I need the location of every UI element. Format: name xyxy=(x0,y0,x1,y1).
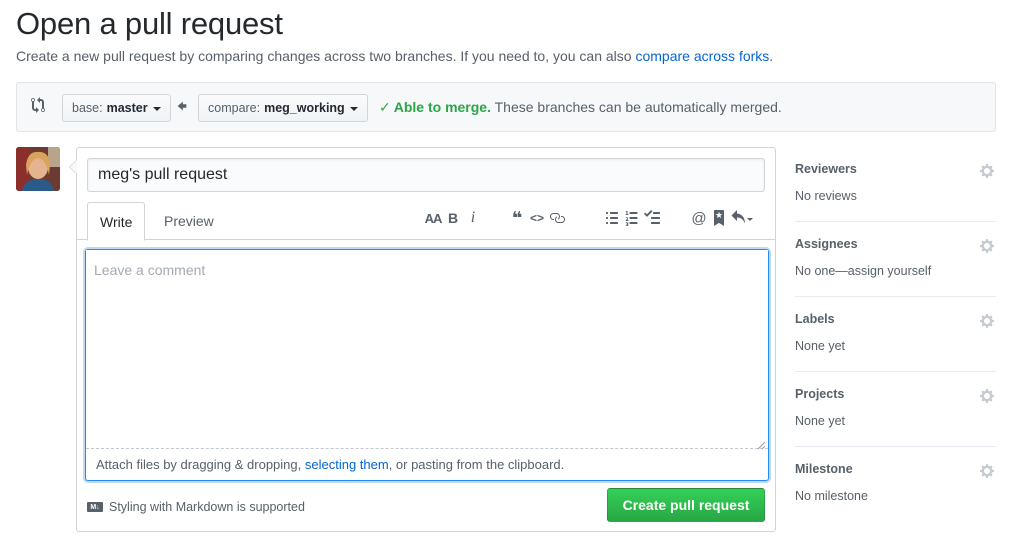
sidebar: Reviewers No reviews Assignees No one—as… xyxy=(795,147,996,522)
sidebar-item-milestone: Milestone No milestone xyxy=(795,447,996,522)
unordered-list-icon[interactable] xyxy=(602,208,622,228)
list-format-group xyxy=(602,208,662,228)
sidebar-value: None yet xyxy=(795,339,846,353)
link-icon[interactable] xyxy=(547,208,567,228)
attach-text-end: , or pasting from the clipboard. xyxy=(388,457,565,472)
mention-icon[interactable]: @ xyxy=(689,208,709,228)
sidebar-heading[interactable]: Labels xyxy=(795,312,835,326)
code-icon[interactable]: <> xyxy=(527,208,547,228)
compare-forks-link[interactable]: compare across forks xyxy=(635,48,769,64)
merge-status: ✓ Able to merge. These branches can be au… xyxy=(379,99,782,116)
sidebar-value: No milestone xyxy=(795,489,868,503)
attach-files-hint: Attach files by dragging & dropping, sel… xyxy=(96,457,564,472)
reply-icon[interactable] xyxy=(729,208,755,228)
tab-preview[interactable]: Preview xyxy=(152,202,226,240)
quote-icon[interactable]: ❝ xyxy=(507,208,527,228)
select-files-link[interactable]: selecting them xyxy=(305,457,389,472)
create-pull-request-button[interactable]: Create pull request xyxy=(607,488,765,522)
gear-icon[interactable] xyxy=(980,313,996,329)
markdown-icon: M↓ xyxy=(87,502,103,512)
gear-icon[interactable] xyxy=(980,163,996,179)
subtitle-end: . xyxy=(769,48,774,64)
gear-icon[interactable] xyxy=(980,238,996,254)
compare-label: compare: xyxy=(208,101,261,115)
git-compare-icon xyxy=(31,97,49,117)
page-title: Open a pull request xyxy=(16,6,283,41)
base-branch-select[interactable]: base: master xyxy=(62,94,171,122)
compare-branch-select[interactable]: compare: meg_working xyxy=(198,94,368,122)
page-subtitle: Create a new pull request by comparing c… xyxy=(16,48,773,64)
resize-handle-icon[interactable] xyxy=(756,437,766,450)
sidebar-heading[interactable]: Reviewers xyxy=(795,162,857,176)
subtitle-text: Create a new pull request by comparing c… xyxy=(16,48,636,64)
base-label: base: xyxy=(72,101,103,115)
sidebar-heading[interactable]: Milestone xyxy=(795,462,853,476)
block-format-group: ❝ <> xyxy=(507,208,567,228)
chevron-down-icon xyxy=(152,107,161,111)
title-input[interactable] xyxy=(87,158,765,192)
comment-textarea[interactable] xyxy=(86,250,768,449)
branch-range-bar: base: master compare: meg_working ✓ Able … xyxy=(16,82,996,132)
check-icon: ✓ xyxy=(379,99,391,115)
sidebar-item-assignees: Assignees No one—assign yourself xyxy=(795,222,996,297)
header-icon[interactable]: AA xyxy=(423,208,443,228)
merge-description: These branches can be automatically merg… xyxy=(490,99,782,115)
compare-branch-name: meg_working xyxy=(264,101,345,115)
sidebar-value: No reviews xyxy=(795,189,857,203)
markdown-note-text[interactable]: Styling with Markdown is supported xyxy=(109,500,305,514)
sidebar-value: None yet xyxy=(795,414,846,428)
text-format-group: AA B i xyxy=(423,208,483,228)
ordered-list-icon[interactable] xyxy=(622,208,642,228)
bookmark-icon[interactable] xyxy=(709,208,729,228)
base-branch-name: master xyxy=(106,101,148,115)
attach-text-start: Attach files by dragging & dropping, xyxy=(96,457,305,472)
sidebar-item-reviewers: Reviewers No reviews xyxy=(795,147,996,222)
sidebar-heading[interactable]: Assignees xyxy=(795,237,858,251)
avatar[interactable] xyxy=(16,147,60,191)
gear-icon[interactable] xyxy=(980,388,996,404)
sidebar-value[interactable]: No one—assign yourself xyxy=(795,264,931,278)
sidebar-heading[interactable]: Projects xyxy=(795,387,844,401)
task-list-icon[interactable] xyxy=(642,208,662,228)
tab-write[interactable]: Write xyxy=(87,202,146,241)
pull-request-form: Write Preview AA B i ❝ <> @ xyxy=(69,147,776,532)
merge-ok-text: Able to merge. xyxy=(393,99,491,115)
misc-format-group: @ xyxy=(689,208,755,228)
gear-icon[interactable] xyxy=(980,463,996,479)
comment-box: Attach files by dragging & dropping, sel… xyxy=(85,249,769,481)
arrow-left-icon xyxy=(177,99,191,113)
sidebar-item-projects: Projects None yet xyxy=(795,372,996,447)
italic-icon[interactable]: i xyxy=(463,208,483,228)
markdown-note: M↓ Styling with Markdown is supported xyxy=(87,500,305,514)
chevron-down-icon xyxy=(349,107,358,111)
bold-icon[interactable]: B xyxy=(443,208,463,228)
sidebar-item-labels: Labels None yet xyxy=(795,297,996,372)
